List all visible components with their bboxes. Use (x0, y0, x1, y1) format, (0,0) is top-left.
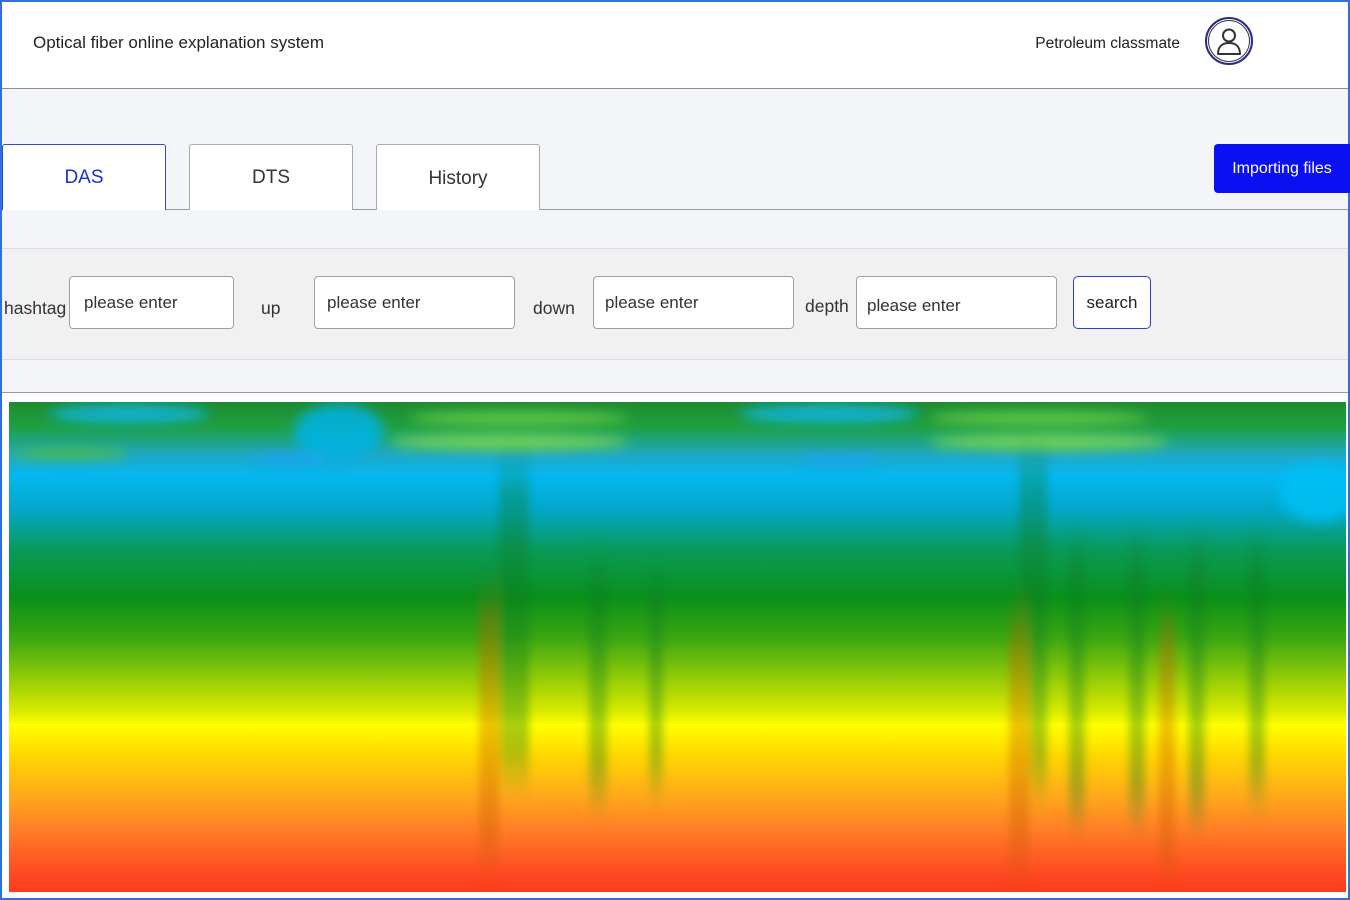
up-label: up (261, 298, 281, 318)
spacer-band-lower (2, 360, 1348, 393)
top-header: Optical fiber online explanation system … (2, 2, 1348, 89)
up-input[interactable] (314, 276, 515, 329)
avatar-ring (1208, 20, 1250, 62)
hashtag-input[interactable] (69, 276, 234, 329)
down-label: down (533, 298, 575, 318)
heatmap-texture (9, 404, 1346, 872)
user-name[interactable]: Petroleum classmate (1035, 35, 1180, 53)
user-avatar-icon[interactable] (1205, 17, 1253, 65)
depth-input[interactable] (856, 276, 1057, 329)
app-frame: Optical fiber online explanation system … (0, 0, 1350, 900)
das-heatmap (9, 402, 1346, 892)
tab-dts[interactable]: DTS (189, 144, 353, 210)
tab-das[interactable]: DAS (2, 144, 166, 210)
depth-label: depth (805, 296, 849, 316)
tab-history[interactable]: History (376, 144, 540, 210)
hashtag-label: hashtag (4, 298, 67, 318)
app-title: Optical fiber online explanation system (33, 33, 325, 52)
filter-bar: hashtag up down depth search (2, 249, 1348, 360)
spacer-band (2, 210, 1348, 249)
import-files-button[interactable]: Importing files (1214, 144, 1350, 193)
search-button[interactable]: search (1073, 276, 1151, 329)
down-input[interactable] (593, 276, 794, 329)
tab-bar: DAS DTS History Importing files (2, 89, 1350, 210)
person-icon (1217, 28, 1241, 55)
